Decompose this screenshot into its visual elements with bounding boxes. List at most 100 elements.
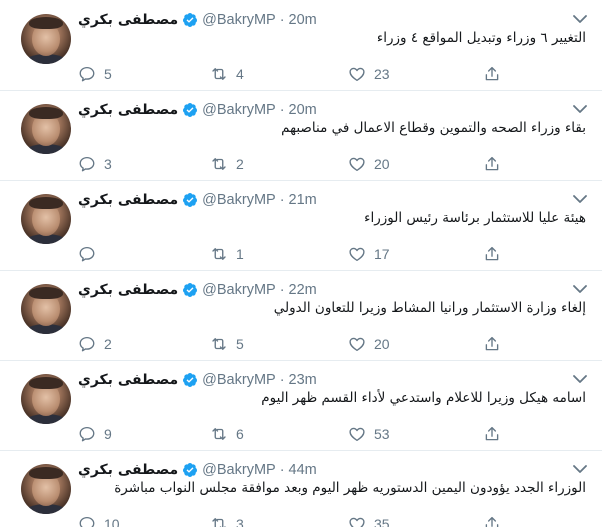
tweet[interactable]: مصطفى بكري @BakryMP · 44m الوزراء الجدد …	[0, 451, 602, 527]
share-icon	[485, 336, 499, 351]
reply-count: 10	[104, 516, 120, 527]
reply-button[interactable]: 3	[78, 153, 112, 175]
chevron-down-icon[interactable]	[573, 464, 587, 474]
avatar[interactable]	[21, 284, 71, 334]
author-name[interactable]: مصطفى بكري	[78, 102, 178, 118]
retweet-button[interactable]: 3	[210, 513, 244, 527]
retweet-count: 1	[236, 246, 244, 262]
retweet-count: 2	[236, 156, 244, 172]
chevron-down-icon[interactable]	[573, 104, 587, 114]
author-handle[interactable]: @BakryMP	[202, 102, 276, 118]
author-handle[interactable]: @BakryMP	[202, 282, 276, 298]
author-handle[interactable]: @BakryMP	[202, 192, 276, 208]
like-count: 20	[374, 336, 390, 352]
timestamp[interactable]: 20m	[289, 102, 317, 118]
like-button[interactable]: 17	[348, 243, 390, 265]
share-button[interactable]	[483, 333, 501, 355]
like-button[interactable]: 23	[348, 63, 390, 85]
share-button[interactable]	[483, 423, 501, 445]
heart-icon	[349, 427, 365, 442]
tweet[interactable]: مصطفى بكري @BakryMP · 23m اسامه هيكل وزي…	[0, 361, 602, 451]
share-button[interactable]	[483, 243, 501, 265]
chevron-down-icon[interactable]	[573, 284, 587, 294]
like-count: 53	[374, 426, 390, 442]
retweet-icon	[212, 518, 226, 527]
tweet-text: التغيير ٦ وزراء وتبديل المواقع ٤ وزراء	[376, 30, 586, 46]
share-button[interactable]	[483, 63, 501, 85]
reply-icon	[79, 246, 95, 262]
retweet-icon	[212, 248, 226, 260]
author-name[interactable]: مصطفى بكري	[78, 192, 178, 208]
retweet-icon	[212, 338, 226, 350]
separator-dot: ·	[279, 462, 285, 478]
chevron-down-icon[interactable]	[573, 194, 587, 204]
avatar[interactable]	[21, 464, 71, 514]
chevron-down-icon[interactable]	[573, 14, 587, 24]
like-button[interactable]: 20	[348, 153, 390, 175]
reply-count: 9	[104, 426, 112, 442]
reply-button[interactable]: 2	[78, 333, 112, 355]
timestamp[interactable]: 20m	[289, 12, 317, 28]
timestamp[interactable]: 44m	[289, 462, 317, 478]
tweet[interactable]: مصطفى بكري @BakryMP · 20m التغيير ٦ وزرا…	[0, 1, 602, 91]
avatar[interactable]	[21, 104, 71, 154]
avatar[interactable]	[21, 14, 71, 64]
like-button[interactable]: 35	[348, 513, 390, 527]
retweet-button[interactable]: 4	[210, 63, 244, 85]
author-name[interactable]: مصطفى بكري	[78, 372, 178, 388]
avatar[interactable]	[21, 194, 71, 244]
tweet[interactable]: مصطفى بكري @BakryMP · 21m هيئة عليا للاس…	[0, 181, 602, 271]
reply-count: 2	[104, 336, 112, 352]
separator-dot: ·	[279, 282, 285, 298]
verified-badge-icon	[183, 193, 198, 207]
tweet-text: بقاء وزراء الصحه والتموين وقطاع الاعمال …	[281, 120, 586, 136]
retweet-button[interactable]: 5	[210, 333, 244, 355]
timestamp[interactable]: 23m	[289, 372, 317, 388]
reply-button[interactable]: 9	[78, 423, 112, 445]
reply-button[interactable]	[78, 243, 104, 265]
reply-count: 5	[104, 66, 112, 82]
tweet-header: مصطفى بكري @BakryMP · 20m	[78, 9, 317, 31]
retweet-button[interactable]: 1	[210, 243, 244, 265]
tweet[interactable]: مصطفى بكري @BakryMP · 20m بقاء وزراء الص…	[0, 91, 602, 181]
verified-badge-icon	[183, 283, 198, 297]
retweet-icon	[212, 428, 226, 440]
reply-icon	[79, 516, 95, 527]
retweet-count: 5	[236, 336, 244, 352]
author-handle[interactable]: @BakryMP	[202, 462, 276, 478]
author-name[interactable]: مصطفى بكري	[78, 462, 178, 478]
retweet-button[interactable]: 2	[210, 153, 244, 175]
tweet[interactable]: مصطفى بكري @BakryMP · 22m إلغاء وزارة ال…	[0, 271, 602, 361]
heart-icon	[349, 517, 365, 527]
author-name[interactable]: مصطفى بكري	[78, 282, 178, 298]
tweet-header: مصطفى بكري @BakryMP · 44m	[78, 459, 317, 481]
tweet-actions: 9 6 53	[78, 423, 518, 445]
author-name[interactable]: مصطفى بكري	[78, 12, 178, 28]
tweet-actions: 10 3 35	[78, 513, 518, 527]
share-icon	[485, 426, 499, 441]
share-icon	[485, 156, 499, 171]
tweet-text: إلغاء وزارة الاستثمار ورانيا المشاط وزير…	[273, 300, 586, 316]
like-button[interactable]: 53	[348, 423, 390, 445]
tweet-text: اسامه هيكل وزيرا للاعلام واستدعي لأداء ا…	[261, 390, 586, 406]
reply-icon	[79, 156, 95, 172]
author-handle[interactable]: @BakryMP	[202, 12, 276, 28]
share-button[interactable]	[483, 513, 501, 527]
tweet-header: مصطفى بكري @BakryMP · 21m	[78, 189, 317, 211]
retweet-button[interactable]: 6	[210, 423, 244, 445]
share-icon	[485, 516, 499, 527]
chevron-down-icon[interactable]	[573, 374, 587, 384]
avatar[interactable]	[21, 374, 71, 424]
retweet-icon	[212, 68, 226, 80]
retweet-icon	[212, 158, 226, 170]
reply-button[interactable]: 5	[78, 63, 112, 85]
timestamp[interactable]: 21m	[289, 192, 317, 208]
share-button[interactable]	[483, 153, 501, 175]
author-handle[interactable]: @BakryMP	[202, 372, 276, 388]
reply-button[interactable]: 10	[78, 513, 120, 527]
like-count: 17	[374, 246, 390, 262]
tweet-actions: 1 17	[78, 243, 518, 265]
like-button[interactable]: 20	[348, 333, 390, 355]
timestamp[interactable]: 22m	[289, 282, 317, 298]
separator-dot: ·	[279, 12, 285, 28]
